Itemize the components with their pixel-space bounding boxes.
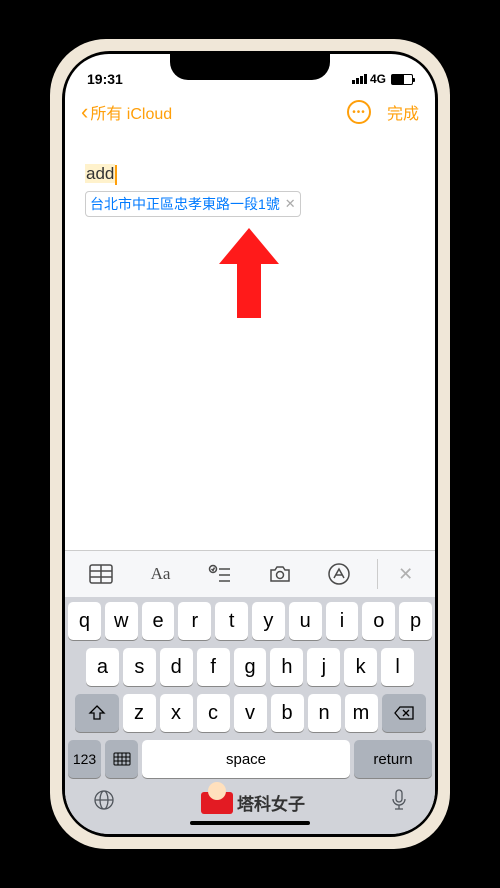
done-button[interactable]: 完成 [387, 100, 419, 124]
key-n[interactable]: n [308, 694, 341, 732]
back-label: 所有 iCloud [90, 100, 172, 124]
key-y[interactable]: y [252, 602, 285, 640]
nav-bar: ‹ 所有 iCloud ••• 完成 [65, 94, 435, 134]
key-m[interactable]: m [345, 694, 378, 732]
key-g[interactable]: g [234, 648, 267, 686]
key-k[interactable]: k [344, 648, 377, 686]
notch [170, 54, 330, 80]
home-indicator[interactable] [190, 821, 310, 825]
key-numbers[interactable]: 123 [68, 740, 101, 778]
watermark-brand: 塔科女子 [201, 790, 305, 815]
key-space[interactable]: space [142, 740, 350, 778]
key-shift[interactable] [75, 694, 119, 732]
table-icon[interactable] [79, 559, 123, 589]
status-time: 19:31 [87, 71, 123, 87]
key-t[interactable]: t [215, 602, 248, 640]
keyboard-row-4: 123 space return [68, 740, 432, 778]
key-z[interactable]: z [123, 694, 156, 732]
key-language[interactable] [105, 740, 138, 778]
key-q[interactable]: q [68, 602, 101, 640]
notes-toolbar: Aa ✕ [65, 550, 435, 597]
key-f[interactable]: f [197, 648, 230, 686]
key-b[interactable]: b [271, 694, 304, 732]
keyboard: q w e r t y u i o p a s d f g h [65, 597, 435, 834]
close-keyboard-icon[interactable]: ✕ [377, 559, 421, 589]
back-button[interactable]: ‹ 所有 iCloud [81, 100, 172, 124]
key-x[interactable]: x [160, 694, 193, 732]
key-e[interactable]: e [142, 602, 175, 640]
checklist-icon[interactable] [198, 559, 242, 589]
network-label: 4G [370, 72, 386, 86]
globe-icon[interactable] [92, 788, 116, 817]
key-c[interactable]: c [197, 694, 230, 732]
chevron-left-icon: ‹ [81, 101, 88, 123]
key-s[interactable]: s [123, 648, 156, 686]
key-l[interactable]: l [381, 648, 414, 686]
more-options-button[interactable]: ••• [347, 100, 371, 124]
typed-text: add [85, 164, 415, 185]
signal-icon [352, 74, 367, 84]
text-cursor [115, 165, 117, 185]
keyboard-row-1: q w e r t y u i o p [68, 602, 432, 640]
status-right: 4G [352, 72, 413, 86]
key-v[interactable]: v [234, 694, 267, 732]
brand-text: 塔科女子 [237, 790, 305, 815]
suggestion-dismiss-icon[interactable]: ✕ [285, 196, 296, 212]
key-o[interactable]: o [362, 602, 395, 640]
key-d[interactable]: d [160, 648, 193, 686]
key-p[interactable]: p [399, 602, 432, 640]
key-a[interactable]: a [86, 648, 119, 686]
key-j[interactable]: j [307, 648, 340, 686]
camera-icon[interactable] [258, 559, 302, 589]
markup-icon[interactable] [317, 559, 361, 589]
key-return[interactable]: return [354, 740, 432, 778]
key-delete[interactable] [382, 694, 426, 732]
phone-bezel: 19:31 4G ‹ 所有 iCloud ••• 完成 [62, 51, 438, 837]
mic-icon[interactable] [390, 788, 408, 817]
key-h[interactable]: h [270, 648, 303, 686]
key-i[interactable]: i [326, 602, 359, 640]
brand-badge-icon [201, 792, 233, 814]
note-editor[interactable]: add 台北市中正區忠孝東路一段1號 ✕ [65, 134, 435, 550]
keyboard-footer: 塔科女子 [68, 784, 432, 819]
keyboard-row-2: a s d f g h j k l [68, 648, 432, 686]
screen: 19:31 4G ‹ 所有 iCloud ••• 完成 [65, 54, 435, 834]
key-r[interactable]: r [178, 602, 211, 640]
text-format-icon[interactable]: Aa [138, 559, 182, 589]
phone-frame: 19:31 4G ‹ 所有 iCloud ••• 完成 [50, 39, 450, 849]
text-replacement-suggestion[interactable]: 台北市中正區忠孝東路一段1號 ✕ [85, 191, 301, 217]
key-u[interactable]: u [289, 602, 322, 640]
annotation-arrow [219, 228, 279, 323]
suggestion-text: 台北市中正區忠孝東路一段1號 [90, 194, 280, 214]
keyboard-row-3: z x c v b n m [68, 694, 432, 732]
key-w[interactable]: w [105, 602, 138, 640]
battery-icon [391, 74, 413, 85]
